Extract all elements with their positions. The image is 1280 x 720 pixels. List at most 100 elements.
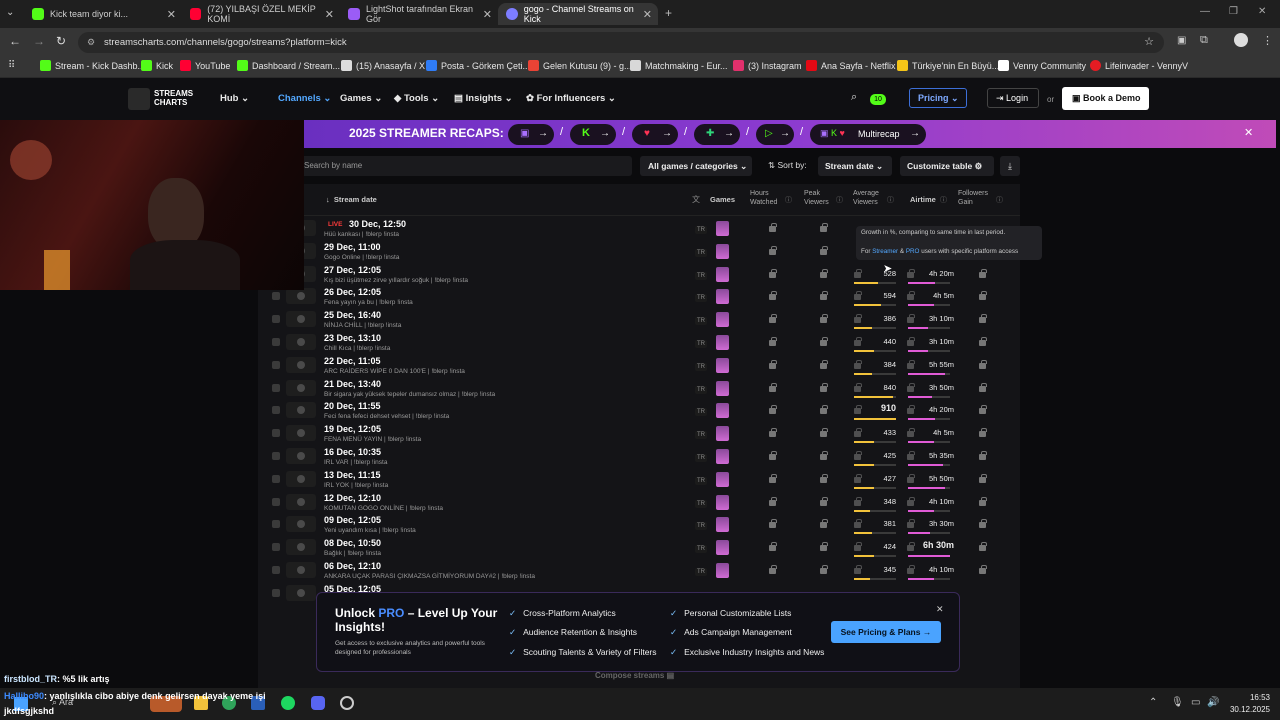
spotify-icon[interactable]	[281, 696, 295, 710]
book-demo-button[interactable]: ▣ Book a Demo	[1062, 87, 1149, 110]
game-cover-icon[interactable]	[716, 494, 729, 510]
close-icon[interactable]: ✕	[483, 8, 492, 21]
stream-date[interactable]: 20 Dec, 11:55	[324, 401, 381, 411]
stream-date[interactable]: 26 Dec, 12:05	[324, 287, 381, 297]
maximize-icon[interactable]: ❐	[1229, 6, 1238, 17]
tab-3[interactable]: LightShot tarafından Ekran Gör ✕	[340, 3, 498, 25]
stream-thumbnail[interactable]	[286, 334, 316, 350]
stream-date[interactable]: 29 Dec, 11:00	[324, 242, 381, 252]
stream-thumbnail[interactable]	[286, 288, 316, 305]
recap-heart-pill[interactable]: ♥ →	[632, 124, 678, 145]
search-input[interactable]: Search by name	[300, 156, 632, 176]
nav-for-influencers[interactable]: ✿ For Influencers ⌄	[526, 93, 616, 104]
see-pricing-button[interactable]: See Pricing & Plans →	[831, 621, 941, 643]
nav-hub[interactable]: Hub ⌄	[220, 93, 249, 104]
game-cover-icon[interactable]	[716, 243, 729, 259]
info-icon[interactable]: ⓘ	[940, 195, 947, 205]
tab-2[interactable]: (72) YILBAŞI ÖZEL MEKİP KOMİ ✕	[182, 3, 340, 25]
recap-banner[interactable]: 2025 STREAMER RECAPS: ▣ → / K → / ♥ → / ✚ → …	[304, 120, 1276, 148]
site-info-icon[interactable]: ⚙	[87, 32, 95, 53]
row-checkbox[interactable]	[272, 406, 280, 415]
bookmark-item[interactable]: Gelen Kutusu (9) - g...	[528, 60, 632, 71]
forward-icon[interactable]: →	[33, 34, 45, 48]
microphone-icon[interactable]: 🎙	[1171, 697, 1184, 708]
stream-thumbnail[interactable]	[286, 562, 316, 578]
window-close-icon[interactable]: ✕	[1258, 6, 1266, 17]
table-row[interactable]: 22 Dec, 11:05 ARC RAİDERS WİPE 0 DAN 100'…	[258, 355, 1020, 378]
game-cover-icon[interactable]	[716, 471, 729, 487]
stream-date[interactable]: 21 Dec, 13:40	[324, 379, 381, 389]
new-tab-icon[interactable]: +	[665, 6, 672, 20]
nav-tools[interactable]: ◆ Tools ⌄	[394, 93, 439, 104]
minimize-icon[interactable]: —	[1200, 6, 1210, 17]
col-stream-date[interactable]: ↓ Stream date	[326, 195, 377, 204]
stream-thumbnail[interactable]	[286, 356, 316, 373]
stream-date[interactable]: 27 Dec, 12:05	[324, 265, 381, 275]
game-cover-icon[interactable]	[716, 312, 729, 328]
stream-thumbnail[interactable]	[286, 448, 316, 464]
multirecap-pill[interactable]: ▣ K ♥ Multirecap →	[810, 124, 926, 145]
stream-thumbnail[interactable]	[286, 311, 316, 328]
table-row[interactable]: 27 Dec, 12:05 Kış bizi üşütmez zirve yıll…	[258, 264, 1020, 287]
display-icon[interactable]: ▭	[1191, 697, 1200, 708]
login-button[interactable]: ⇥ Login	[987, 88, 1039, 108]
games-filter-dropdown[interactable]: All games / categories ⌄	[640, 156, 752, 176]
translate-icon[interactable]: 文	[692, 194, 700, 205]
col-games[interactable]: Games	[710, 195, 735, 204]
table-row[interactable]: 20 Dec, 11:55 Feci fena fefeci dehset veh…	[258, 400, 1020, 423]
banner-close-icon[interactable]: ✕	[1244, 126, 1253, 139]
extensions-puzzle-icon[interactable]: ⧉	[1200, 34, 1208, 47]
table-row[interactable]: 25 Dec, 16:40 NİNJA CHİLL | !blerp !insta…	[258, 309, 1020, 332]
table-row[interactable]: 09 Dec, 12:05 Yeni uyandım kısa | !blerp …	[258, 514, 1020, 537]
row-checkbox[interactable]	[272, 315, 280, 324]
close-icon[interactable]: ✕	[325, 8, 334, 21]
table-row[interactable]: 06 Dec, 12:10 ANKARA UÇAK PARASI ÇIKMAZSA…	[258, 560, 1020, 583]
game-cover-icon[interactable]	[716, 426, 729, 442]
row-checkbox[interactable]	[272, 566, 280, 574]
site-logo[interactable]: STREAMS CHARTS	[154, 89, 198, 107]
game-cover-icon[interactable]	[716, 357, 729, 373]
notification-badge[interactable]: 10	[870, 94, 886, 105]
row-checkbox[interactable]	[272, 338, 280, 346]
info-icon[interactable]: ⓘ	[887, 195, 894, 205]
stream-thumbnail[interactable]	[286, 584, 316, 601]
row-checkbox[interactable]	[272, 543, 280, 552]
stream-thumbnail[interactable]	[286, 379, 316, 396]
address-bar[interactable]: ⚙ streamscharts.com/channels/gogo/stream…	[78, 32, 1164, 53]
bookmark-item[interactable]: YouTube	[180, 60, 230, 71]
volume-icon[interactable]: 🔊	[1207, 697, 1219, 708]
stream-thumbnail[interactable]	[286, 470, 316, 487]
row-checkbox[interactable]	[272, 383, 280, 392]
bookmark-star-icon[interactable]: ☆	[1144, 32, 1154, 53]
menu-kebab-icon[interactable]: ⋮	[1262, 34, 1273, 47]
stream-date[interactable]: 06 Dec, 12:10	[324, 561, 381, 571]
tab-list-icon[interactable]: ⌄	[6, 7, 14, 18]
stream-date[interactable]: 09 Dec, 12:05	[324, 515, 381, 525]
table-row[interactable]: 23 Dec, 13:10 Chill Kıca | !blerp !insta T…	[258, 332, 1020, 355]
stream-date[interactable]: 23 Dec, 13:10	[324, 333, 381, 343]
row-checkbox[interactable]	[272, 588, 280, 597]
stream-date[interactable]: 16 Dec, 10:35	[324, 447, 381, 457]
table-row[interactable]: 26 Dec, 12:05 Fena yayın ya bu | !blerp !…	[258, 286, 1020, 309]
table-row[interactable]: 19 Dec, 12:05 FENA MENÜ YAYIN | !blerp !i…	[258, 423, 1020, 446]
game-cover-icon[interactable]	[716, 540, 729, 556]
table-row[interactable]: 16 Dec, 10:35 IRL VAR | !blerp !insta TR 42…	[258, 446, 1020, 469]
promo-close-icon[interactable]: ✕	[936, 604, 944, 615]
bookmark-item[interactable]: Kick	[141, 60, 173, 71]
game-cover-icon[interactable]	[716, 221, 729, 236]
recap-game-pill[interactable]: ✚ →	[694, 124, 740, 145]
clock-date[interactable]: 30.12.2025	[1226, 705, 1270, 714]
info-icon[interactable]: ⓘ	[836, 195, 843, 205]
bookmark-item[interactable]: Matchmaking - Eur...	[630, 60, 728, 71]
table-row[interactable]: 21 Dec, 13:40 Bir sigara yak yüksek tepel…	[258, 378, 1020, 401]
game-cover-icon[interactable]	[716, 335, 729, 350]
close-icon[interactable]: ✕	[643, 8, 652, 21]
reload-icon[interactable]: ↻	[56, 34, 66, 48]
tab-4-active[interactable]: gogo - Channel Streams on Kick ✕	[498, 3, 658, 25]
stream-thumbnail[interactable]	[286, 402, 316, 419]
bookmark-item[interactable]: Stream - Kick Dashb...	[40, 60, 145, 71]
game-cover-icon[interactable]	[716, 266, 729, 282]
col-average-viewers[interactable]: Average Viewers	[853, 189, 887, 207]
row-checkbox[interactable]	[272, 474, 280, 483]
game-cover-icon[interactable]	[716, 403, 729, 419]
